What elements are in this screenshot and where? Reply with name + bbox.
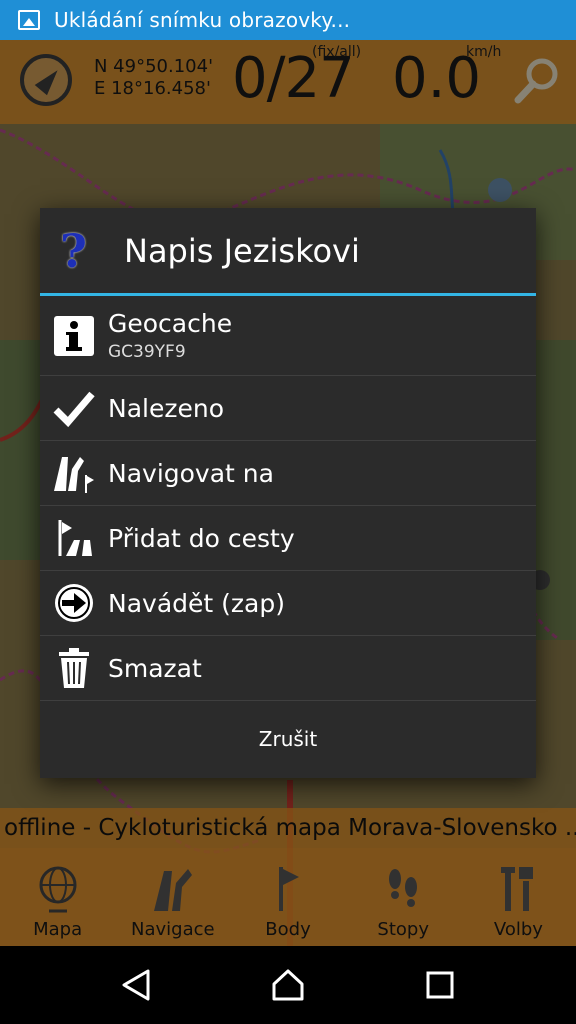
status-bar: Ukládání snímku obrazovky... (0, 0, 576, 40)
dialog-title: Napis Jeziskovi (124, 231, 360, 270)
menu-item-label: Nalezeno (108, 393, 224, 423)
menu-item-navigovat-na[interactable]: Navigovat na (40, 441, 536, 506)
arrow-circle-icon (55, 584, 93, 622)
back-triangle-icon (122, 969, 150, 1001)
home-icon (272, 969, 304, 1001)
back-button[interactable] (116, 965, 156, 1005)
trash-icon (59, 648, 89, 688)
cancel-button[interactable]: Zrušit (40, 701, 536, 777)
context-menu-dialog: ? Napis Jeziskovi Geocache GC39YF9 Nalez… (40, 208, 536, 778)
status-notification-text: Ukládání snímku obrazovky... (54, 8, 351, 32)
menu-item-pridat-do-cesty[interactable]: Přidat do cesty (40, 506, 536, 571)
menu-item-label: Geocache (108, 309, 233, 338)
menu-item-navadet[interactable]: Navádět (zap) (40, 571, 536, 636)
recents-button[interactable] (420, 965, 460, 1005)
dialog-header: ? Napis Jeziskovi (40, 208, 536, 296)
recents-square-icon (426, 971, 454, 999)
route-add-icon (58, 520, 92, 556)
system-navigation-bar (0, 946, 576, 1024)
road-flag-icon (54, 457, 94, 493)
menu-item-label: Smazat (108, 653, 202, 683)
menu-item-label: Přidat do cesty (108, 523, 295, 553)
menu-item-nalezeno[interactable]: Nalezeno (40, 376, 536, 441)
geocache-code: GC39YF9 (108, 342, 186, 362)
menu-item-label: Navádět (zap) (108, 588, 285, 618)
question-mark-icon: ? (60, 223, 87, 278)
home-button[interactable] (268, 965, 308, 1005)
info-icon (54, 315, 94, 356)
menu-item-label: Navigovat na (108, 458, 274, 488)
checkmark-icon (53, 391, 95, 428)
image-icon (18, 10, 40, 30)
menu-item-smazat[interactable]: Smazat (40, 636, 536, 701)
menu-item-geocache[interactable]: Geocache GC39YF9 (40, 296, 536, 376)
menu-item-text: Geocache GC39YF9 (108, 309, 232, 362)
